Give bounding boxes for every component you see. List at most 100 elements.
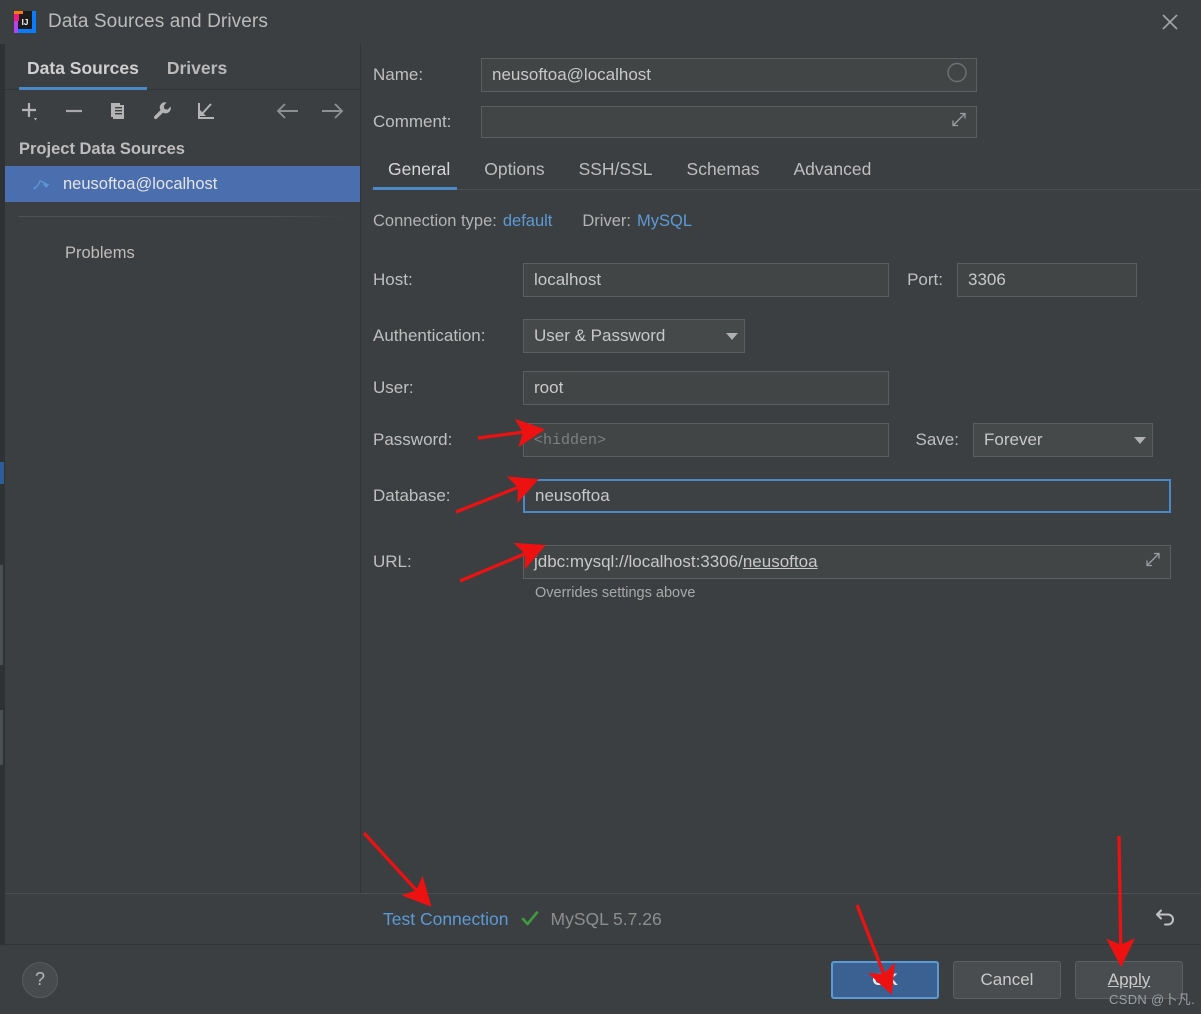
driver-label: Driver:: [582, 212, 631, 230]
data-source-details-pane: Name: neusoftoa@localhost Comment: Gener…: [361, 44, 1201, 945]
port-label: Port:: [907, 270, 943, 289]
arrow-left-icon[interactable]: [274, 98, 300, 124]
sidebar-item-neusoftoa-localhost[interactable]: neusoftoa@localhost: [5, 166, 360, 202]
add-icon[interactable]: [17, 98, 43, 124]
comment-input[interactable]: [481, 106, 977, 138]
url-prefix: jdbc:mysql://localhost:3306/: [534, 552, 743, 571]
watermark: CSDN @卜凡.: [1109, 992, 1195, 1007]
password-row: Password: <hidden> Save: Forever: [373, 423, 1201, 457]
authentication-label: Authentication:: [373, 326, 486, 345]
tab-options[interactable]: Options: [467, 159, 561, 189]
user-value: root: [534, 378, 564, 397]
background-edge-marker-2: [0, 565, 3, 665]
checkmark-icon: [520, 909, 540, 929]
host-row: Host: localhost Port: 3306: [373, 263, 1201, 297]
chevron-down-icon: [726, 332, 738, 340]
sidebar-item-problems[interactable]: Problems: [5, 233, 360, 273]
url-label: URL:: [373, 552, 412, 571]
driver-version-label: MySQL 5.7.26: [550, 908, 662, 929]
tab-schemas[interactable]: Schemas: [670, 159, 777, 189]
test-connection-group: Test Connection MySQL 5.7.26: [383, 909, 662, 930]
database-value: neusoftoa: [535, 486, 610, 505]
name-label: Name:: [373, 65, 424, 84]
data-sources-toolbar: [5, 90, 360, 132]
tab-general[interactable]: General: [371, 159, 467, 190]
database-row: Database: neusoftoa: [373, 479, 1201, 513]
data-sources-pane: Data Sources Drivers Project Data Source…: [5, 44, 361, 945]
expand-icon[interactable]: [1144, 551, 1162, 574]
sidebar-divider: [19, 216, 348, 217]
intellij-idea-logo-icon: IJ: [14, 11, 36, 33]
cancel-label: Cancel: [980, 969, 1034, 989]
tab-data-sources[interactable]: Data Sources: [15, 58, 155, 90]
comment-row: Comment:: [373, 106, 1201, 138]
apply-label: Apply: [1107, 969, 1151, 989]
circle-icon: [946, 62, 968, 89]
user-row: User: root: [373, 371, 1201, 405]
status-bar: Test Connection MySQL 5.7.26: [5, 893, 1201, 945]
mysql-dolphin-icon: [31, 174, 51, 194]
duplicate-icon[interactable]: [105, 98, 131, 124]
window-title: Data Sources and Drivers: [48, 11, 268, 32]
name-row: Name: neusoftoa@localhost: [373, 58, 1201, 92]
help-label: ?: [34, 969, 45, 989]
save-value: Forever: [984, 430, 1043, 449]
details-form: Name: neusoftoa@localhost Comment: Gener…: [361, 44, 1201, 601]
revert-icon[interactable]: [1153, 904, 1179, 935]
password-label: Password:: [373, 430, 453, 449]
authentication-dropdown[interactable]: User & Password: [523, 319, 745, 353]
host-value: localhost: [534, 270, 602, 289]
url-database-link[interactable]: neusoftoa: [743, 552, 818, 572]
save-label: Save:: [915, 430, 959, 449]
driver-value[interactable]: MySQL: [637, 212, 692, 231]
expand-icon[interactable]: [950, 111, 968, 134]
host-input[interactable]: localhost: [523, 263, 889, 297]
group-header-project-data-sources: Project Data Sources: [19, 139, 185, 158]
name-input[interactable]: neusoftoa@localhost: [481, 58, 977, 92]
url-hint: Overrides settings above: [535, 585, 696, 601]
data-sources-tabs: Data Sources Drivers: [5, 44, 360, 90]
details-tabs: General Options SSH/SSL Schemas Advanced: [371, 152, 1201, 190]
sidebar-item-label: neusoftoa@localhost: [63, 174, 218, 193]
authentication-row: Authentication: User & Password: [373, 319, 1201, 353]
title-bar: IJ Data Sources and Drivers: [0, 0, 1201, 44]
password-input[interactable]: <hidden>: [523, 423, 889, 457]
ok-label: OK: [872, 969, 898, 989]
wrench-icon[interactable]: [149, 98, 175, 124]
remove-icon[interactable]: [61, 98, 87, 124]
url-input[interactable]: jdbc:mysql://localhost:3306/neusoftoa: [523, 545, 1171, 579]
connection-type-value[interactable]: default: [503, 212, 553, 231]
database-label: Database:: [373, 486, 451, 505]
comment-label: Comment:: [373, 112, 452, 131]
save-dropdown[interactable]: Forever: [973, 423, 1153, 457]
tab-drivers[interactable]: Drivers: [155, 58, 243, 89]
name-value: neusoftoa@localhost: [492, 65, 652, 84]
port-value: 3306: [968, 270, 1006, 289]
database-input[interactable]: neusoftoa: [523, 479, 1171, 513]
cancel-button[interactable]: Cancel: [953, 960, 1061, 999]
host-label: Host:: [373, 270, 413, 289]
url-row: URL: jdbc:mysql://localhost:3306/neusoft…: [373, 545, 1201, 579]
close-icon[interactable]: [1139, 0, 1201, 44]
connection-type-label: Connection type:: [373, 212, 497, 230]
connection-info-row: Connection type: default Driver: MySQL: [373, 212, 1201, 231]
tab-advanced[interactable]: Advanced: [776, 159, 888, 189]
data-sources-dialog: IJ Data Sources and Drivers Data Sources…: [0, 0, 1201, 1014]
help-icon[interactable]: ?: [22, 961, 58, 998]
dialog-footer: ? OK Cancel Apply: [0, 945, 1201, 1014]
dialog-content: Data Sources Drivers Project Data Source…: [5, 44, 1201, 945]
background-edge-marker-3: [0, 710, 3, 765]
user-input[interactable]: root: [523, 371, 889, 405]
problems-label: Problems: [65, 243, 135, 262]
arrow-right-icon[interactable]: [320, 98, 346, 124]
user-label: User:: [373, 378, 414, 397]
chevron-down-icon: [1134, 436, 1146, 444]
tab-ssh-ssl[interactable]: SSH/SSL: [562, 159, 670, 189]
svg-text:IJ: IJ: [22, 18, 29, 27]
ok-button[interactable]: OK: [831, 960, 939, 999]
import-icon[interactable]: [193, 98, 219, 124]
background-edge-marker: [0, 462, 4, 484]
password-placeholder: <hidden>: [534, 431, 607, 449]
port-input[interactable]: 3306: [957, 263, 1137, 297]
test-connection-button[interactable]: Test Connection: [383, 909, 509, 930]
